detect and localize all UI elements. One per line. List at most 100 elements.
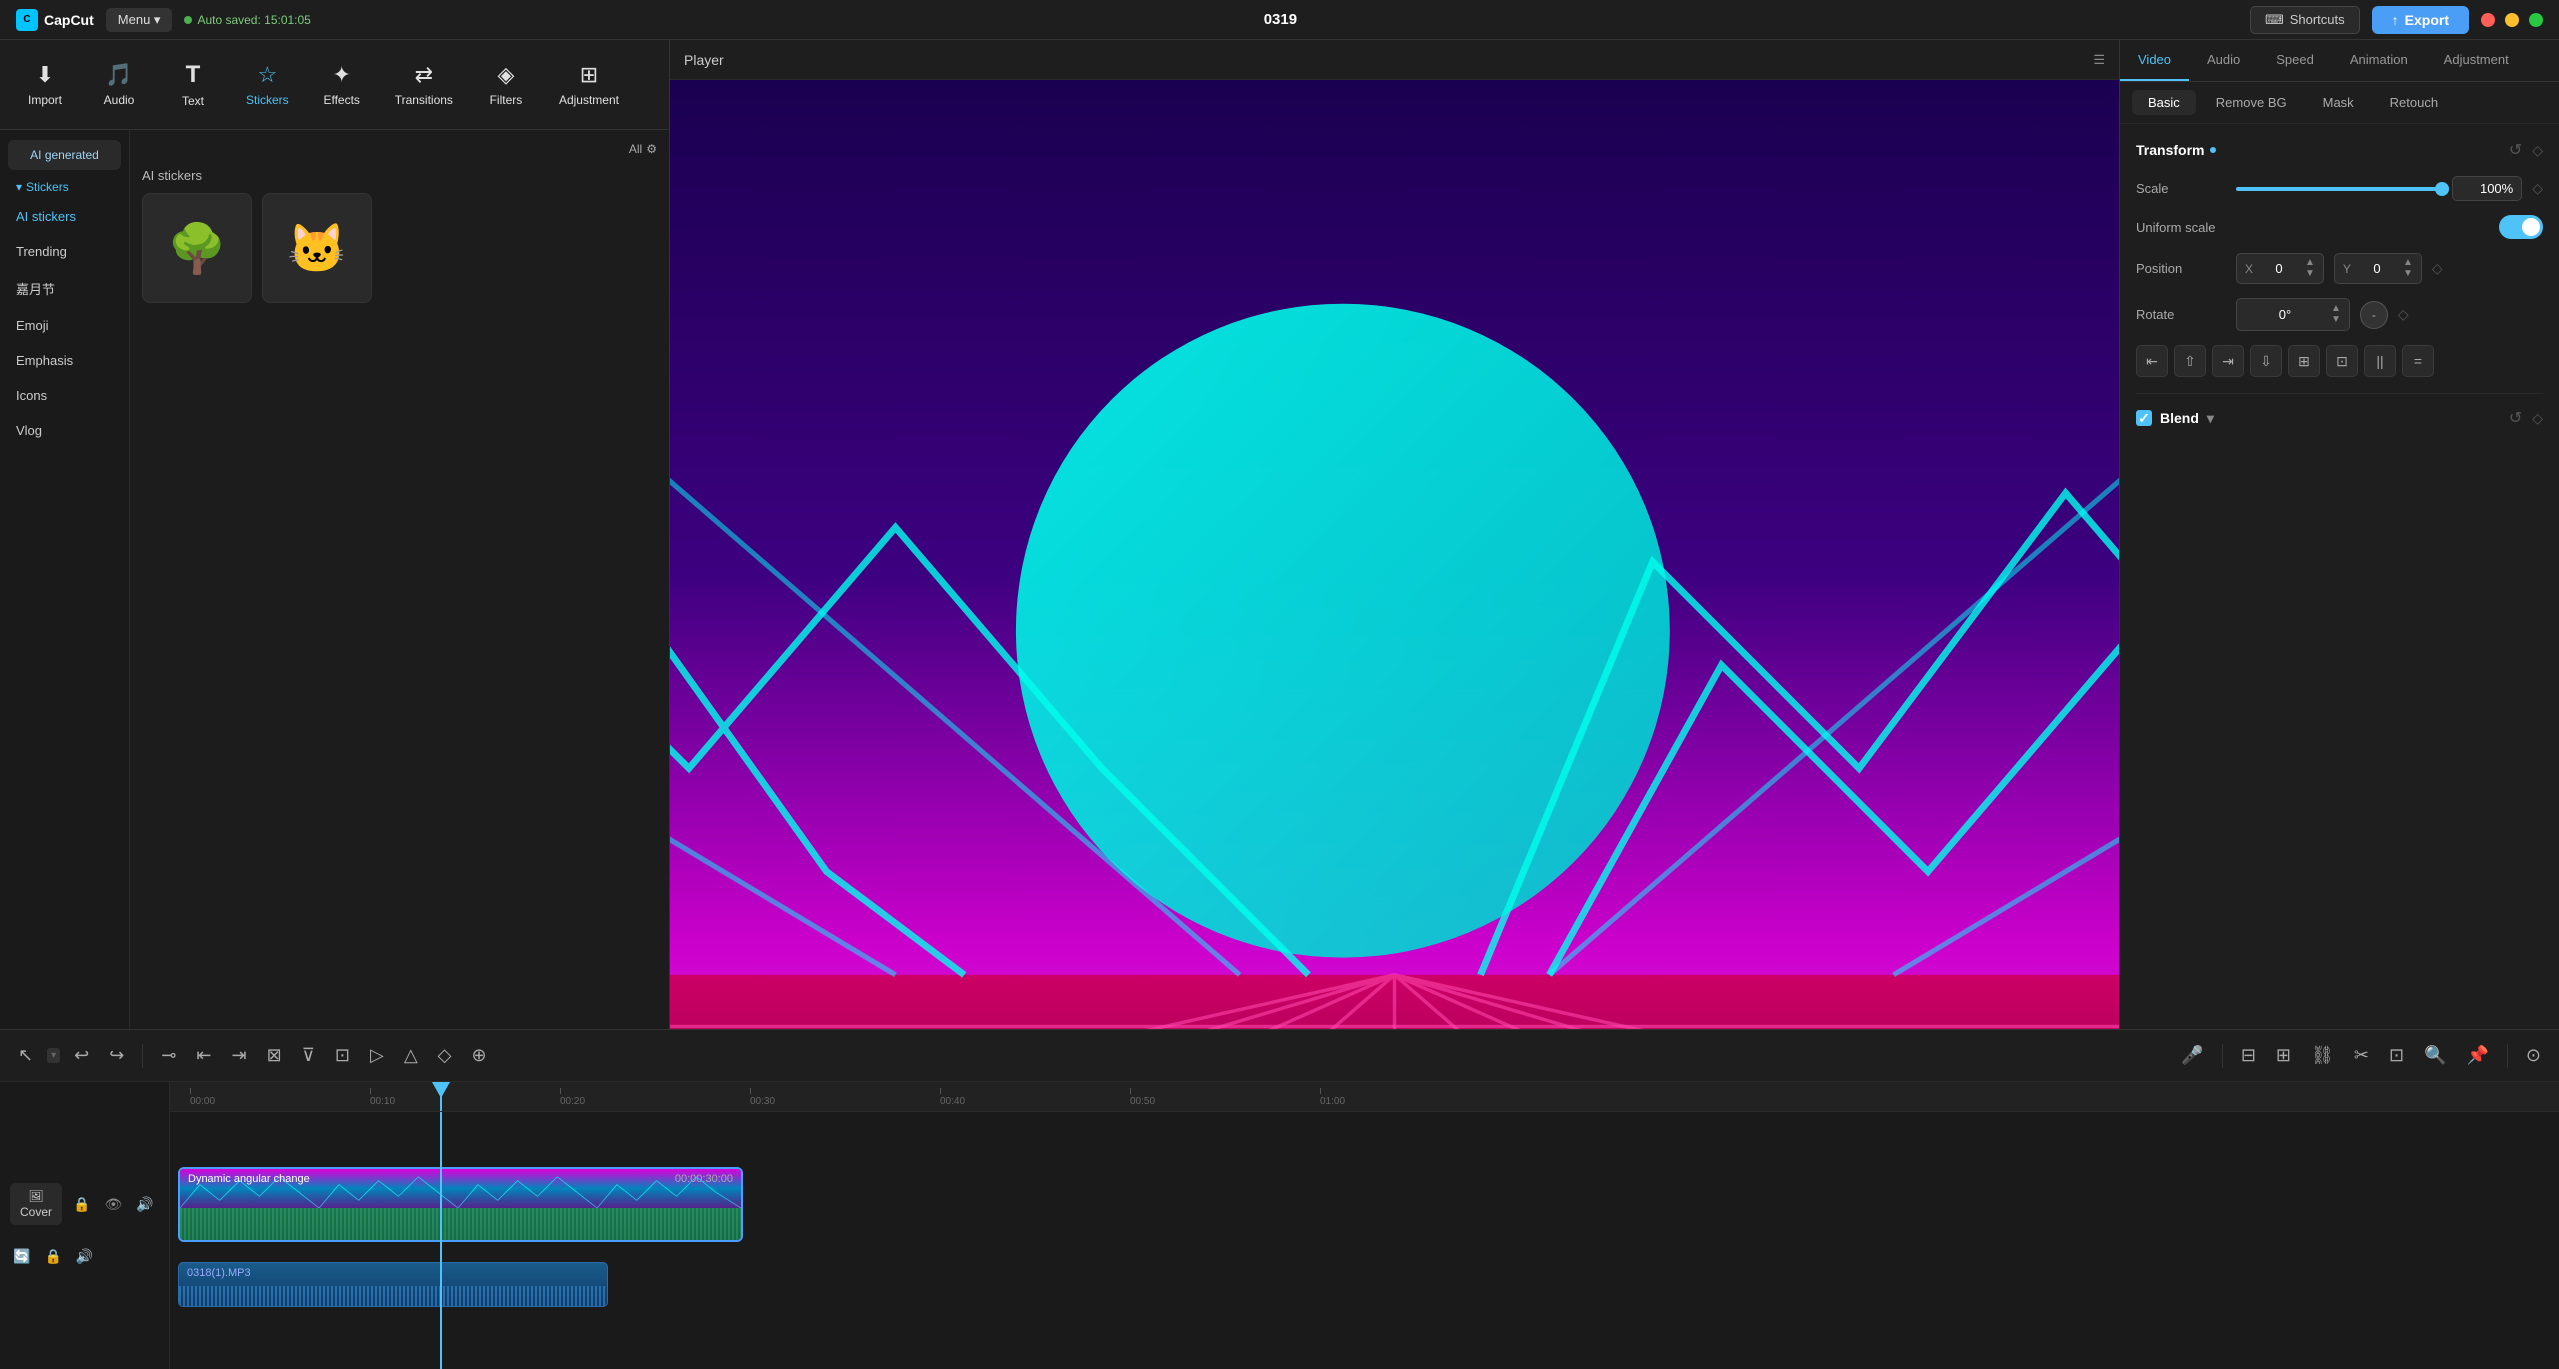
trim-end-button[interactable]: ⇥ (226, 1041, 253, 1070)
transform-keyframe-button[interactable]: ◇ (2532, 140, 2543, 160)
diamond-tool-button[interactable]: ◇ (432, 1041, 458, 1070)
delete-button[interactable]: ⊠ (261, 1041, 288, 1070)
cursor-tool-button[interactable]: ↖ (12, 1041, 39, 1070)
align-center-h-button[interactable]: ⇧ (2174, 345, 2206, 377)
rotate-input[interactable] (2245, 303, 2325, 326)
sticker-item-cat[interactable]: 🐱 (262, 193, 372, 303)
x-decrement-button[interactable]: ▼ (2305, 269, 2315, 279)
audio-clip[interactable]: 0318(1).MP3 (178, 1262, 608, 1307)
sidebar-item-ai-stickers[interactable]: AI stickers (0, 200, 129, 233)
player-menu-icon[interactable]: ☰ (2093, 52, 2105, 68)
blend-expand-arrow[interactable]: ▾ (2207, 410, 2214, 427)
sidebar-item-vlog[interactable]: Vlog (0, 414, 129, 447)
align-left-button[interactable]: ⇤ (2136, 345, 2168, 377)
cover-button[interactable]: 🖼 Cover (10, 1183, 62, 1225)
pin-button[interactable]: 📌 (2460, 1041, 2494, 1070)
transitions-icon: ⇄ (415, 62, 433, 88)
tool-audio[interactable]: 🎵 Audio (84, 54, 154, 115)
tab-audio[interactable]: Audio (2189, 40, 2258, 81)
tool-text[interactable]: T Text (158, 53, 228, 116)
window-minimize-button[interactable] (2505, 13, 2519, 27)
sidebar-item-emphasis[interactable]: Emphasis (0, 344, 129, 377)
position-x-input[interactable] (2259, 261, 2299, 276)
export-button[interactable]: ↑ Export (2372, 6, 2469, 34)
subtab-remove-bg[interactable]: Remove BG (2200, 90, 2303, 115)
tool-transitions[interactable]: ⇄ Transitions (381, 54, 467, 115)
menu-button[interactable]: Menu ▾ (106, 8, 173, 32)
rotate-increment-button[interactable]: ▲ (2331, 304, 2341, 314)
all-filter-button[interactable]: All ⚙ (629, 142, 657, 156)
distribute-v-button[interactable]: = (2402, 345, 2434, 377)
y-decrement-button[interactable]: ▼ (2403, 269, 2413, 279)
add-tool-button[interactable]: ⊕ (466, 1041, 493, 1070)
subtab-retouch[interactable]: Retouch (2374, 90, 2454, 115)
trim-start-button[interactable]: ⇤ (190, 1041, 217, 1070)
scale-slider-track[interactable] (2236, 187, 2442, 191)
tab-speed[interactable]: Speed (2258, 40, 2332, 81)
distribute-h-button[interactable]: || (2364, 345, 2396, 377)
zoom-out-button[interactable]: 🔍 (2418, 1041, 2452, 1070)
caption-button[interactable]: ⊡ (2383, 1041, 2410, 1070)
subtab-mask[interactable]: Mask (2307, 90, 2370, 115)
keyframe-button[interactable]: △ (398, 1041, 424, 1070)
align-top-button[interactable]: ⇩ (2250, 345, 2282, 377)
split-button[interactable]: ⊸ (155, 1041, 182, 1070)
play-range-button[interactable]: ▷ (364, 1041, 390, 1070)
x-increment-button[interactable]: ▲ (2305, 258, 2315, 268)
playhead[interactable] (440, 1082, 442, 1111)
audio-volume-button[interactable]: 🔊 (73, 1245, 96, 1268)
scale-slider-thumb[interactable] (2435, 182, 2449, 196)
rotate-decrement-button[interactable]: ▼ (2331, 315, 2341, 325)
timeline-settings-button[interactable]: ⊙ (2520, 1041, 2547, 1070)
tool-adjustment[interactable]: ⊞ Adjustment (545, 54, 633, 115)
snap-button[interactable]: ⊟ (2235, 1041, 2262, 1070)
tool-effects[interactable]: ✦ Effects (307, 54, 377, 115)
blend-reset-button[interactable]: ↺ (2509, 408, 2522, 428)
chain-button[interactable]: ⛓ (2305, 1041, 2340, 1070)
scale-value-input[interactable] (2452, 176, 2522, 201)
scale-keyframe-button[interactable]: ◇ (2532, 180, 2543, 197)
rotate-keyframe-button[interactable]: ◇ (2398, 306, 2409, 323)
undo-button[interactable]: ↩ (68, 1041, 95, 1070)
tab-video[interactable]: Video (2120, 40, 2189, 81)
window-close-button[interactable] (2481, 13, 2495, 27)
blend-checkbox[interactable]: ✓ (2136, 410, 2152, 426)
lock-video-button[interactable]: 🔒 (70, 1193, 93, 1216)
sidebar-item-zhongyuejie[interactable]: 嘉月节 (0, 270, 129, 307)
redo-button[interactable]: ↪ (103, 1041, 130, 1070)
mic-button[interactable]: 🎤 (2175, 1041, 2209, 1070)
sidebar-item-trending[interactable]: Trending (0, 235, 129, 268)
break-button[interactable]: ✂ (2348, 1041, 2375, 1070)
tool-stickers[interactable]: ☆ Stickers (232, 54, 303, 115)
blend-keyframe-button[interactable]: ◇ (2532, 408, 2543, 428)
position-y-input[interactable] (2357, 261, 2397, 276)
cursor-dropdown[interactable]: ▾ (47, 1048, 60, 1063)
window-maximize-button[interactable] (2529, 13, 2543, 27)
audio-track-volume[interactable]: 🔊 (133, 1193, 156, 1216)
tab-animation[interactable]: Animation (2332, 40, 2426, 81)
lock-audio-button[interactable]: 🔒 (41, 1245, 64, 1268)
shortcuts-button[interactable]: ⌨ Shortcuts (2250, 6, 2360, 34)
transform-reset-button[interactable]: ↺ (2509, 140, 2522, 160)
align-right-button[interactable]: ⇥ (2212, 345, 2244, 377)
link-button[interactable]: ⊞ (2270, 1041, 2297, 1070)
ai-generated-button[interactable]: AI generated (8, 140, 121, 170)
video-clip[interactable]: Dynamic angular change 00:00:30:00 (178, 1167, 743, 1242)
position-keyframe-button[interactable]: ◇ (2432, 260, 2443, 277)
sticker-item-tree[interactable]: 🌳 (142, 193, 252, 303)
loop-button[interactable]: 🔄 (10, 1245, 33, 1268)
y-increment-button[interactable]: ▲ (2403, 258, 2413, 268)
rotate-circle-button[interactable]: - (2360, 301, 2388, 329)
tab-adjustment[interactable]: Adjustment (2426, 40, 2527, 81)
transform-button[interactable]: ⊡ (329, 1041, 356, 1070)
subtab-basic[interactable]: Basic (2132, 90, 2196, 115)
sidebar-item-icons[interactable]: Icons (0, 379, 129, 412)
tool-filters[interactable]: ◈ Filters (471, 54, 541, 115)
eye-button[interactable]: 👁 (101, 1193, 125, 1216)
crop-button[interactable]: ⊽ (296, 1041, 321, 1070)
uniform-scale-toggle[interactable] (2499, 215, 2543, 239)
align-bottom-button[interactable]: ⊡ (2326, 345, 2358, 377)
align-center-v-button[interactable]: ⊞ (2288, 345, 2320, 377)
sidebar-item-emoji[interactable]: Emoji (0, 309, 129, 342)
tool-import[interactable]: ⬇ Import (10, 54, 80, 115)
